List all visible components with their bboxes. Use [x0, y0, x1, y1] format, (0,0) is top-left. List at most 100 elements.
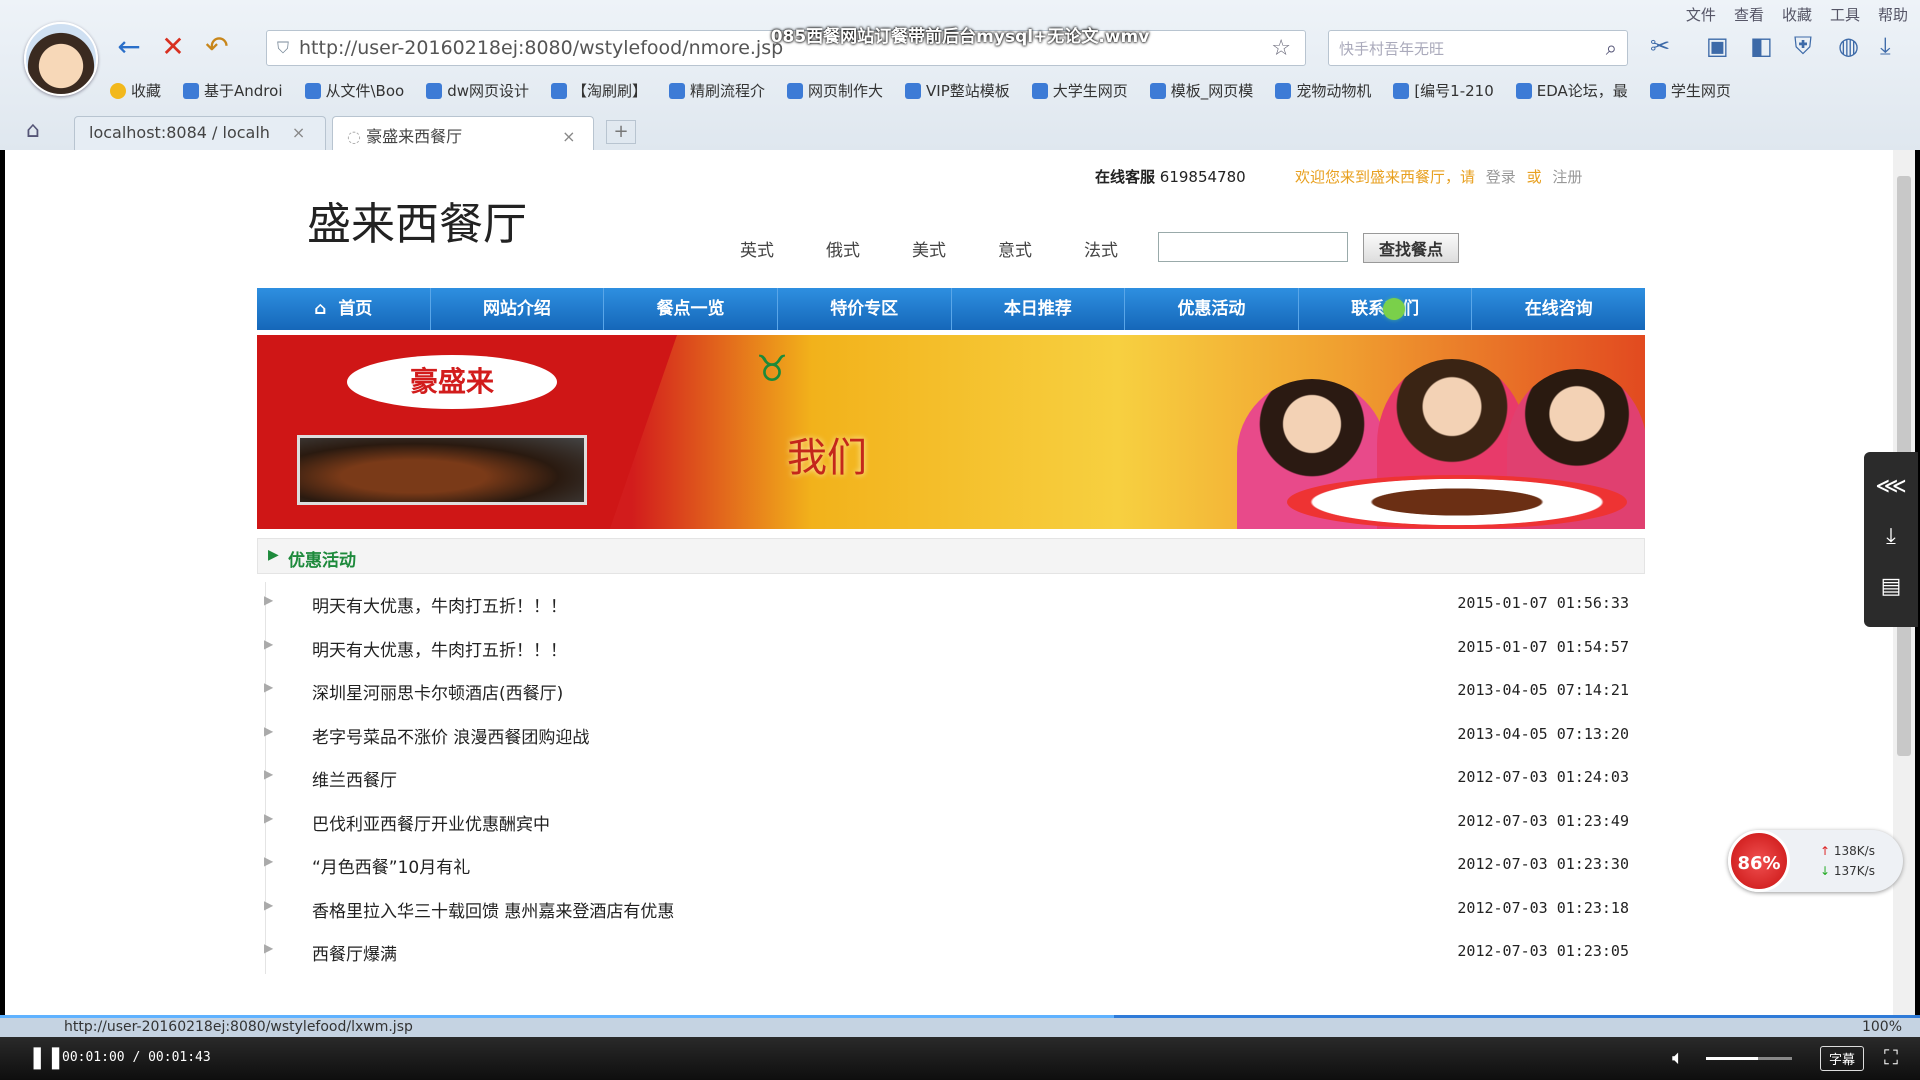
nav-consult[interactable]: 在线咨询 [1472, 288, 1645, 330]
cuisine-link-english[interactable]: 英式 [740, 236, 774, 261]
banner-slogan: 我们 [787, 435, 867, 481]
fullscreen-icon[interactable]: ⛶ [1884, 1045, 1898, 1069]
news-title-link[interactable]: “月色西餐”10月有礼 [312, 853, 470, 878]
video-progress-fill[interactable] [0, 1015, 1114, 1018]
bookmark-label: 网页制作大 [808, 82, 884, 100]
nav-menu[interactable]: 餐点一览 [604, 288, 778, 330]
close-icon[interactable]: × [292, 123, 305, 142]
cuisine-link-french[interactable]: 法式 [1084, 236, 1118, 261]
hero-banner: 豪盛来 ♉ 我们 [257, 335, 1645, 529]
tab-label: localhost:8084 / localh [89, 123, 270, 142]
trash-icon[interactable]: ▤ [1864, 574, 1918, 599]
dish-search-input[interactable] [1158, 232, 1348, 262]
tab-restaurant[interactable]: ◌ 豪盛来西餐厅 × [332, 116, 594, 150]
tab-strip: ⌂ localhost:8084 / localh × ◌ 豪盛来西餐厅 × + [0, 116, 1920, 150]
section-title: 优惠活动 [288, 551, 356, 571]
bookmark-item[interactable]: 精刷流程介 [669, 80, 765, 101]
news-title-link[interactable]: 巴伐利亚西餐厅开业优惠酬宾中 [312, 810, 550, 835]
find-dish-button[interactable]: 查找餐点 [1363, 233, 1459, 263]
bookmark-item[interactable]: [编号1-210 [1393, 80, 1494, 101]
register-link[interactable]: 注册 [1552, 168, 1582, 186]
playback-time: 00:01:00 / 00:01:43 [62, 1050, 211, 1065]
nav-about[interactable]: 网站介绍 [431, 288, 605, 330]
welcome-bar: 欢迎您来到盛来西餐厅，请 登录 或 注册 [1295, 166, 1582, 187]
tab-localhost[interactable]: localhost:8084 / localh × [74, 116, 326, 150]
bookmark-item[interactable]: 【淘刷刷】 [551, 80, 647, 101]
upload-value: 138K/s [1833, 844, 1875, 858]
bookmark-icon [1275, 82, 1292, 99]
news-title-link[interactable]: 香格里拉入华三十载回馈 惠州嘉来登酒店有优惠 [312, 897, 674, 922]
list-item[interactable]: ▶ 深圳星河丽思卡尔顿酒店(西餐厅) 2013-04-05 07:14:21 [264, 669, 1637, 713]
bookmarks-bar: 收藏 基于Androi 从文件\Boo dw网页设计 【淘刷刷】 精刷流程介 网页制作大 VI… [110, 80, 1731, 101]
bookmark-item[interactable]: dw网页设计 [426, 80, 529, 101]
bookmark-item[interactable]: 基于Androi [183, 80, 283, 101]
star-icon [110, 82, 126, 99]
new-tab-button[interactable]: + [606, 120, 636, 144]
cuisine-link-italian[interactable]: 意式 [998, 236, 1032, 261]
triangle-right-icon: ▶ [264, 680, 274, 694]
news-title-link[interactable]: 西餐厅爆满 [312, 940, 397, 965]
list-item[interactable]: ▶ 西餐厅爆满 2012-07-03 01:23:05 [264, 930, 1637, 974]
banner-logo: 豪盛来 [347, 355, 557, 409]
tab-label: 豪盛来西餐厅 [366, 127, 463, 146]
nav-home[interactable]: ⌂ 首页 [257, 288, 431, 330]
news-date: 2012-07-03 01:23:05 [1457, 942, 1629, 960]
or-text: 或 [1526, 168, 1542, 186]
news-title-link[interactable]: 明天有大优惠，牛肉打五折！！！ [312, 592, 567, 617]
news-title-link[interactable]: 深圳星河丽思卡尔顿酒店(西餐厅) [312, 679, 563, 704]
bookmark-item[interactable]: 网页制作大 [787, 80, 883, 101]
pause-icon[interactable]: ❚❚ [28, 1045, 65, 1070]
bookmark-icon [1649, 82, 1666, 99]
bookmark-icon [905, 82, 922, 99]
section-header: ▶ 优惠活动 [257, 538, 1645, 574]
cuisine-link-russian[interactable]: 俄式 [826, 236, 860, 261]
subtitle-button[interactable]: 字幕 [1820, 1046, 1865, 1071]
bookmark-item[interactable]: VIP整站模板 [905, 80, 1010, 101]
list-item[interactable]: ▶ 维兰西餐厅 2012-07-03 01:24:03 [264, 756, 1637, 800]
news-title-link[interactable]: 老字号菜品不涨价 浪漫西餐团购迎战 [312, 723, 589, 748]
bookmark-item[interactable]: 从文件\Boo [304, 80, 404, 101]
volume-icon[interactable]: 🔈︎ [1672, 1045, 1684, 1069]
list-item[interactable]: ▶ “月色西餐”10月有礼 2012-07-03 01:23:30 [264, 843, 1637, 887]
list-item[interactable]: ▶ 明天有大优惠，牛肉打五折！！！ 2015-01-07 01:54:57 [264, 626, 1637, 670]
bookmark-label: dw网页设计 [447, 82, 529, 100]
bookmark-item[interactable]: 宠物动物机 [1275, 80, 1371, 101]
share-icon[interactable]: ⋘ [1864, 474, 1918, 499]
bookmark-item[interactable]: 大学生网页 [1031, 80, 1128, 101]
bookmark-item[interactable]: EDA论坛，最 [1515, 80, 1628, 101]
cuisine-link-american[interactable]: 美式 [912, 236, 946, 261]
list-item[interactable]: ▶ 明天有大优惠，牛肉打五折！！！ 2015-01-07 01:56:33 [264, 582, 1637, 626]
status-bar: http://user-20160218ej:8080/wstylefood/l… [0, 1015, 1920, 1037]
list-item[interactable]: ▶ 巴伐利亚西餐厅开业优惠酬宾中 2012-07-03 01:23:49 [264, 800, 1637, 844]
bookmark-item[interactable]: 模板_网页模 [1149, 80, 1254, 101]
bookmark-icon [787, 82, 804, 99]
news-date: 2012-07-03 01:23:18 [1457, 898, 1629, 917]
network-speed-widget[interactable]: 86% ↑ 138K/s ↓ 137K/s [1728, 830, 1903, 892]
loading-icon: ◌ [347, 127, 361, 146]
news-title-link[interactable]: 明天有大优惠，牛肉打五折！！！ [312, 636, 567, 661]
news-title-link[interactable]: 维兰西餐厅 [312, 766, 397, 791]
nav-promotions[interactable]: 优惠活动 [1125, 288, 1299, 330]
volume-slider[interactable] [1706, 1057, 1792, 1060]
bookmark-item[interactable]: 学生网页 [1649, 80, 1731, 101]
triangle-right-icon: ▶ [264, 723, 274, 738]
list-item[interactable]: ▶ 老字号菜品不涨价 浪漫西餐团购迎战 2013-04-05 07:13:20 [264, 713, 1637, 757]
close-icon[interactable]: × [562, 127, 575, 146]
service-phone: 619854780 [1159, 168, 1246, 186]
bookmark-label: 【淘刷刷】 [572, 82, 648, 100]
service-label: 在线客服 [1095, 168, 1156, 186]
triangle-right-icon: ▶ [264, 636, 274, 651]
steak-photo [297, 435, 587, 505]
list-item[interactable]: ▶ 香格里拉入华三十载回馈 惠州嘉来登酒店有优惠 2012-07-03 01:23:… [264, 887, 1637, 931]
bookmark-item[interactable]: 收藏 [110, 80, 161, 101]
upload-speed: ↑ 138K/s [1820, 844, 1875, 858]
login-link[interactable]: 登录 [1486, 168, 1516, 186]
news-date: 2012-07-03 01:24:03 [1457, 768, 1629, 786]
home-icon[interactable]: ⌂ [26, 118, 40, 143]
nav-today[interactable]: 本日推荐 [952, 288, 1126, 330]
bookmark-label: 模板_网页模 [1170, 82, 1254, 100]
video-player-bar: ❚❚ 00:01:00 / 00:01:43 🔈︎ 字幕 ⛶ [0, 1037, 1920, 1080]
zoom-level[interactable]: 100% [1862, 1019, 1902, 1035]
download-icon[interactable]: ⤓ [1864, 524, 1918, 549]
nav-specials[interactable]: 特价专区 [778, 288, 952, 330]
